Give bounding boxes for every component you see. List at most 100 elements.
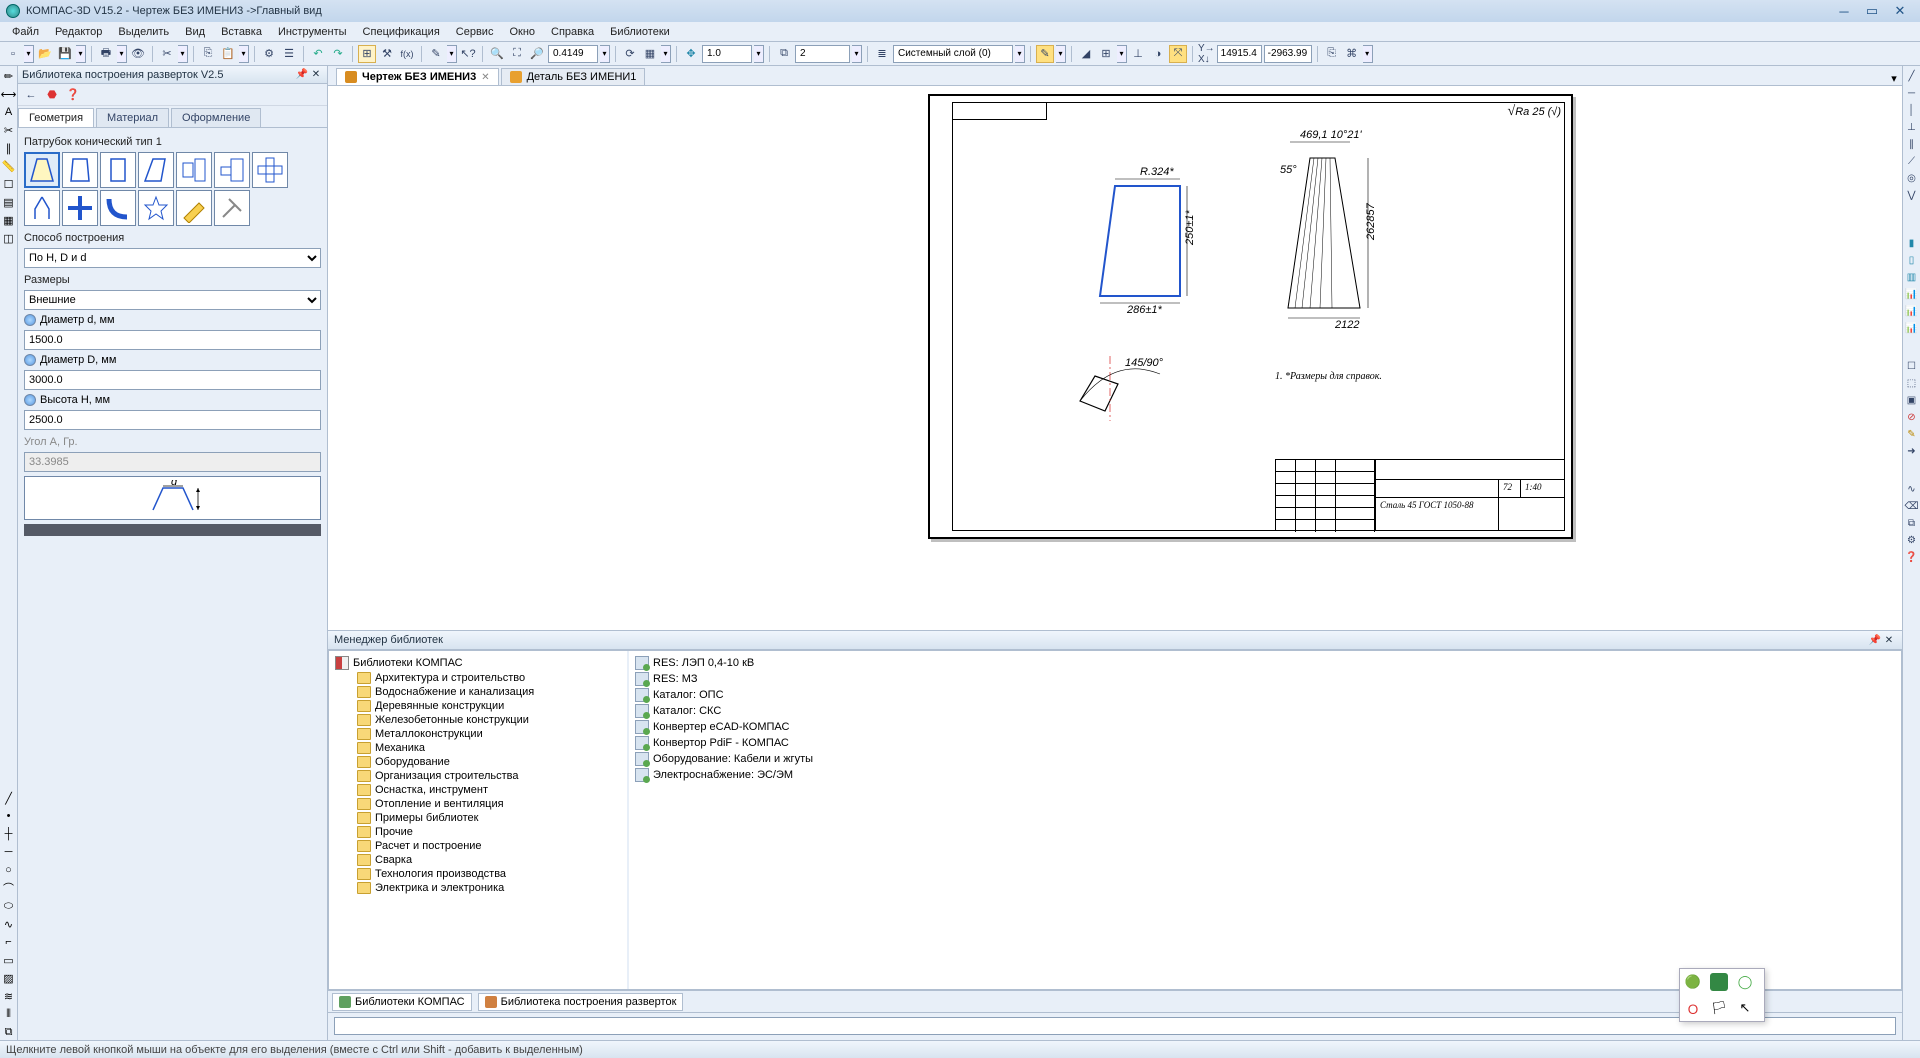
zoom-out-icon[interactable]: 🔎 (528, 45, 546, 63)
shape-cyl-icon[interactable] (100, 152, 136, 188)
menu-service[interactable]: Сервис (448, 24, 502, 40)
copy-icon[interactable]: ⎘ (199, 45, 217, 63)
r-tang-icon[interactable]: ⟋ (1904, 153, 1920, 169)
tree-folder[interactable]: Отопление и вентиляция (355, 797, 623, 811)
text-icon[interactable]: A (1, 104, 17, 120)
circle-icon[interactable]: ○ (1, 862, 17, 878)
hatch-icon[interactable]: ▨ (1, 970, 17, 986)
shape-y-icon[interactable] (24, 190, 60, 226)
views-icon[interactable]: ⧉ (775, 45, 793, 63)
r-hline-icon[interactable]: ─ (1904, 85, 1920, 101)
list-item[interactable]: Оборудование: Кабели и жгуты (633, 751, 1897, 767)
shape-trunc-icon[interactable] (138, 152, 174, 188)
multi-icon[interactable]: ≋ (1, 988, 17, 1004)
save-drop[interactable]: ▾ (76, 45, 86, 63)
r-chart2-icon[interactable]: 📊 (1904, 303, 1920, 319)
rect-icon[interactable]: ▭ (1, 952, 17, 968)
menu-insert[interactable]: Вставка (213, 24, 270, 40)
r-chart-icon[interactable]: 📊 (1904, 286, 1920, 302)
doc-tab-active[interactable]: Чертеж БЕЗ ИМЕНИ3 ✕ (336, 68, 499, 85)
zoom-fit-icon[interactable]: ⛶ (508, 45, 526, 63)
props-icon[interactable]: ⚙ (260, 45, 278, 63)
tray-spin-icon[interactable]: ◯ (1736, 973, 1754, 991)
shape-star-icon[interactable] (138, 190, 174, 226)
shape-tee-icon[interactable] (214, 152, 250, 188)
view-num-field[interactable] (795, 45, 850, 63)
refresh-icon[interactable]: ⟳ (621, 45, 639, 63)
command-input[interactable] (334, 1017, 1896, 1035)
shape-cross-icon[interactable] (252, 152, 288, 188)
menu-libs[interactable]: Библиотеки (602, 24, 678, 40)
cfg-icon[interactable]: ⚒ (378, 45, 396, 63)
undo-icon[interactable]: ↶ (309, 45, 327, 63)
ortho-icon[interactable]: ◢ (1077, 45, 1095, 63)
back-icon[interactable]: ← (22, 86, 40, 104)
arc-icon[interactable]: ⌒ (1, 880, 17, 896)
shape-join-icon[interactable] (176, 152, 212, 188)
preview-icon[interactable]: 👁 (129, 45, 147, 63)
tree-folder[interactable]: Водоснабжение и канализация (355, 685, 623, 699)
vars-icon[interactable]: ☰ (280, 45, 298, 63)
close-button[interactable]: ✕ (1886, 2, 1914, 20)
list-item[interactable]: Каталог: ОПС (633, 687, 1897, 703)
tree-folder[interactable]: Прочие (355, 825, 623, 839)
r-bars-icon[interactable]: ▥ (1904, 269, 1920, 285)
r-perp-icon[interactable]: ⊥ (1904, 119, 1920, 135)
layers-icon[interactable]: ≣ (873, 45, 891, 63)
layer-field[interactable] (893, 45, 1013, 63)
insert-icon[interactable]: ⎘ (1323, 45, 1341, 63)
tab-material[interactable]: Материал (96, 108, 169, 127)
tab-close-icon[interactable]: ✕ (481, 72, 489, 83)
shape-edit-icon[interactable] (176, 190, 212, 226)
menu-window[interactable]: Окно (501, 24, 543, 40)
reports-icon[interactable]: ▦ (1, 212, 17, 228)
save-icon[interactable]: 💾 (56, 45, 74, 63)
r-arrow-icon[interactable]: ➜ (1904, 443, 1920, 459)
list-item[interactable]: Конвертор PdiF - КОМПАС (633, 735, 1897, 751)
list-item[interactable]: RES: МЗ (633, 671, 1897, 687)
tab-geometry[interactable]: Геометрия (18, 108, 94, 127)
tree-folder[interactable]: Металлоконструкции (355, 727, 623, 741)
drawing-canvas[interactable]: √Ra 25 (√) R.324* 250±1* 286±1* (328, 86, 1902, 630)
dim-icon[interactable]: ⟷ (1, 86, 17, 102)
r-seln-icon[interactable]: ▣ (1904, 392, 1920, 408)
tree-folder[interactable]: Электрика и электроника (355, 881, 623, 895)
new-icon[interactable]: ▫ (4, 45, 22, 63)
diam-d-input[interactable] (24, 330, 321, 350)
tree-folder[interactable]: Механика (355, 741, 623, 755)
tree-folder[interactable]: Архитектура и строительство (355, 671, 623, 685)
pin-icon[interactable]: 📌 (1868, 633, 1882, 647)
tray-square-icon[interactable] (1710, 973, 1728, 991)
coord-y[interactable] (1264, 45, 1312, 63)
r-vline-icon[interactable]: │ (1904, 102, 1920, 118)
sel-icon[interactable]: ☐ (1, 176, 17, 192)
r-chart3-icon[interactable]: 📊 (1904, 320, 1920, 336)
cut-icon[interactable]: ✂ (158, 45, 176, 63)
menu-tools[interactable]: Инструменты (270, 24, 355, 40)
btab-unfold[interactable]: Библиотека построения разверток (478, 993, 684, 1011)
menu-help[interactable]: Справка (543, 24, 602, 40)
maximize-button[interactable]: ▭ (1858, 2, 1886, 20)
spec-icon[interactable]: ▤ (1, 194, 17, 210)
insert2-icon[interactable]: ◫ (1, 230, 17, 246)
btab-libs[interactable]: Библиотеки КОМПАС (332, 993, 472, 1011)
library-tree[interactable]: Библиотеки КОМПАС Архитектура и строител… (329, 651, 629, 989)
height-input[interactable] (24, 410, 321, 430)
tree-folder[interactable]: Деревянные конструкции (355, 699, 623, 713)
tree-folder[interactable]: Железобетонные конструкции (355, 713, 623, 727)
menu-file[interactable]: Файл (4, 24, 47, 40)
aux-icon[interactable]: ┼ (1, 826, 17, 842)
open-icon[interactable]: 📂 (36, 45, 54, 63)
menu-view[interactable]: Вид (177, 24, 213, 40)
fx-icon[interactable]: f(x) (398, 45, 416, 63)
r-selp-icon[interactable]: ⬚ (1904, 375, 1920, 391)
paste-icon[interactable]: 📋 (219, 45, 237, 63)
tabs-dropdown-icon[interactable]: ▾ (1886, 72, 1902, 85)
r-line-icon[interactable]: ╱ (1904, 68, 1920, 84)
r-autoline-icon[interactable]: ∿ (1904, 481, 1920, 497)
r-para-icon[interactable]: ∥ (1904, 136, 1920, 152)
point-icon[interactable]: • (1, 808, 17, 824)
r-sel-icon[interactable]: ☐ (1904, 358, 1920, 374)
panel-close-icon[interactable]: ✕ (309, 68, 323, 82)
library-list[interactable]: RES: ЛЭП 0,4-10 кВRES: МЗКаталог: ОПСКат… (629, 651, 1901, 989)
